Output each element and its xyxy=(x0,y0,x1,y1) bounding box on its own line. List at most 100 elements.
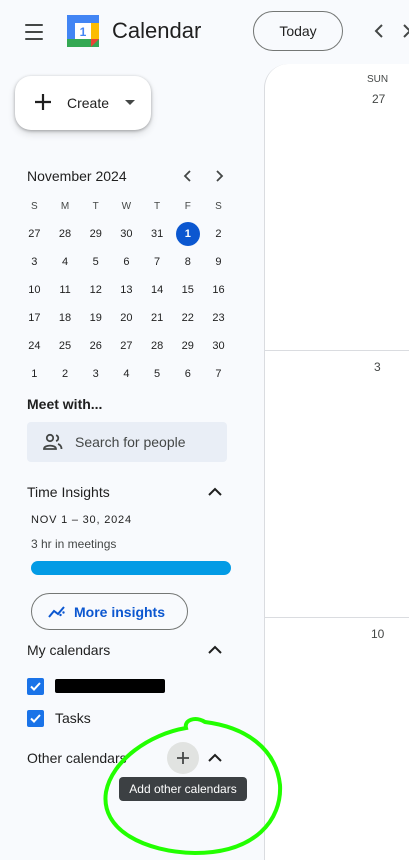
mini-day[interactable]: 17 xyxy=(19,304,50,332)
add-other-calendars-button[interactable] xyxy=(167,742,199,774)
mini-day[interactable]: 30 xyxy=(203,332,234,360)
insights-trend-icon xyxy=(48,604,66,625)
people-search-placeholder: Search for people xyxy=(75,434,186,450)
mini-day[interactable]: 6 xyxy=(172,360,203,388)
top-bar: 1 Calendar Today xyxy=(0,0,409,64)
today-button[interactable]: Today xyxy=(253,11,343,51)
time-insights-title: Time Insights xyxy=(27,484,110,500)
mini-day[interactable]: 3 xyxy=(19,248,50,276)
weekday-label: S xyxy=(31,200,38,212)
more-insights-button[interactable]: More insights xyxy=(31,593,188,630)
insights-progress-bar xyxy=(31,561,231,575)
weekday-label: F xyxy=(184,200,191,212)
mini-day[interactable]: 31 xyxy=(142,220,173,248)
mini-calendar-title: November 2024 xyxy=(27,168,127,184)
weekday-header: S M T W T F S xyxy=(19,192,234,220)
mini-day[interactable]: 14 xyxy=(142,276,173,304)
mini-day[interactable]: 5 xyxy=(80,248,111,276)
mini-week: 17 18 19 20 21 22 23 xyxy=(19,304,234,332)
mini-day[interactable]: 26 xyxy=(80,332,111,360)
today-marker: 1 xyxy=(175,222,200,246)
mini-next-month-icon[interactable] xyxy=(211,168,227,189)
chevron-up-icon[interactable] xyxy=(207,485,223,504)
mini-day[interactable]: 3 xyxy=(80,360,111,388)
date-cell[interactable]: 3 xyxy=(374,360,381,374)
mini-day[interactable]: 4 xyxy=(50,248,81,276)
chevron-left-icon[interactable] xyxy=(370,20,388,42)
mini-day[interactable]: 28 xyxy=(142,332,173,360)
date-cell[interactable]: 27 xyxy=(372,92,385,106)
calendar-item-label: Tasks xyxy=(55,710,91,726)
date-cell[interactable]: 10 xyxy=(371,627,384,641)
weekday-label: T xyxy=(154,200,161,212)
mini-day[interactable]: 23 xyxy=(203,304,234,332)
my-calendars-title: My calendars xyxy=(27,642,111,658)
weekday-label: S xyxy=(215,200,222,212)
mini-day[interactable]: 22 xyxy=(172,304,203,332)
mini-week: 1 2 3 4 5 6 7 xyxy=(19,360,234,388)
mini-day[interactable]: 11 xyxy=(50,276,81,304)
other-calendars-title: Other calendars xyxy=(27,750,127,766)
mini-day[interactable]: 15 xyxy=(172,276,203,304)
mini-day[interactable]: 21 xyxy=(142,304,173,332)
people-icon xyxy=(43,433,63,456)
mini-week: 3 4 5 6 7 8 9 xyxy=(19,248,234,276)
mini-day[interactable]: 29 xyxy=(172,332,203,360)
weekday-label: M xyxy=(60,200,70,212)
insights-meetings: 3 hr in meetings xyxy=(31,537,117,551)
insights-date-range: NOV 1 – 30, 2024 xyxy=(31,514,132,526)
mini-prev-month-icon[interactable] xyxy=(180,168,196,189)
calendar-item[interactable]: Tasks xyxy=(27,709,147,729)
chevron-up-icon[interactable] xyxy=(207,751,223,770)
mini-day-today[interactable]: 1 xyxy=(172,220,203,248)
mini-day[interactable]: 20 xyxy=(111,304,142,332)
mini-week: 24 25 26 27 28 29 30 xyxy=(19,332,234,360)
mini-day[interactable]: 28 xyxy=(50,220,81,248)
caret-down-icon[interactable] xyxy=(125,100,135,105)
mini-day[interactable]: 13 xyxy=(111,276,142,304)
meet-with-title: Meet with... xyxy=(27,396,103,412)
calendar-logo-day: 1 xyxy=(80,25,87,39)
more-insights-label: More insights xyxy=(74,604,166,620)
menu-icon[interactable] xyxy=(22,22,46,42)
calendar-logo-icon[interactable]: 1 xyxy=(66,14,100,53)
create-label: Create xyxy=(67,95,110,111)
mini-day[interactable]: 2 xyxy=(203,220,234,248)
mini-day[interactable]: 12 xyxy=(80,276,111,304)
chevron-right-icon[interactable] xyxy=(400,20,409,42)
mini-day[interactable]: 30 xyxy=(111,220,142,248)
mini-day[interactable]: 24 xyxy=(19,332,50,360)
mini-day[interactable]: 27 xyxy=(19,220,50,248)
redacted-calendar-name xyxy=(55,679,165,693)
chevron-up-icon[interactable] xyxy=(207,643,223,662)
mini-day[interactable]: 5 xyxy=(142,360,173,388)
app-title: Calendar xyxy=(112,18,202,43)
mini-day[interactable]: 7 xyxy=(203,360,234,388)
mini-day[interactable]: 1 xyxy=(19,360,50,388)
create-button[interactable]: Create xyxy=(15,76,151,130)
mini-day[interactable]: 4 xyxy=(111,360,142,388)
day-header-label: SUN xyxy=(367,74,389,85)
mini-day[interactable]: 8 xyxy=(172,248,203,276)
mini-day[interactable]: 18 xyxy=(50,304,81,332)
calendar-item[interactable] xyxy=(27,677,165,697)
people-search-input[interactable]: Search for people xyxy=(27,422,227,462)
mini-week: 10 11 12 13 14 15 16 xyxy=(19,276,234,304)
week-divider xyxy=(265,617,409,618)
mini-day[interactable]: 7 xyxy=(142,248,173,276)
mini-day[interactable]: 25 xyxy=(50,332,81,360)
mini-day[interactable]: 10 xyxy=(19,276,50,304)
mini-day[interactable]: 6 xyxy=(111,248,142,276)
weekday-label: W xyxy=(121,200,132,212)
week-divider xyxy=(265,350,409,351)
plus-icon xyxy=(177,752,189,764)
mini-day[interactable]: 27 xyxy=(111,332,142,360)
checkbox-checked-icon[interactable] xyxy=(27,710,44,727)
mini-day[interactable]: 29 xyxy=(80,220,111,248)
checkbox-checked-icon[interactable] xyxy=(27,678,44,695)
mini-day[interactable]: 2 xyxy=(50,360,81,388)
mini-day[interactable]: 19 xyxy=(80,304,111,332)
mini-day[interactable]: 16 xyxy=(203,276,234,304)
mini-week: 27 28 29 30 31 1 2 xyxy=(19,220,234,248)
mini-day[interactable]: 9 xyxy=(203,248,234,276)
